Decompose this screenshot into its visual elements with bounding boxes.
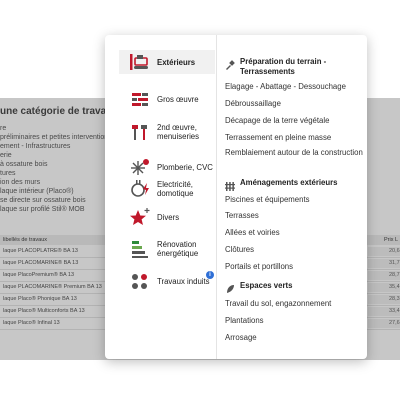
category-label: Plomberie, CVC — [157, 162, 213, 172]
background-list-item: laque intérieur (Placo®) — [0, 188, 74, 195]
row-name: laque Placo® Phonique BA 13 — [3, 296, 77, 302]
background-list-item: laque sur profilé Stil® MOB — [0, 206, 85, 213]
subcategory-item[interactable]: Débroussaillage — [225, 99, 365, 109]
snowflake-sun-icon — [129, 157, 151, 177]
subcategory-item[interactable]: Piscines et équipements — [225, 195, 365, 205]
table-header-price: Prix L — [384, 237, 399, 243]
row-price: 33,4 — [389, 308, 400, 314]
row-price: 28,3 — [389, 296, 400, 302]
background-list-item: ement - Infrastructures — [0, 143, 71, 150]
info-icon[interactable]: i — [206, 271, 214, 279]
subcategory-item[interactable]: Travail du sol, engazonnement — [225, 299, 365, 309]
background-list-item: ion des murs — [0, 179, 41, 186]
background-list-item: erie — [0, 152, 12, 159]
section-title: Espaces verts — [240, 281, 293, 290]
section-title: Préparation du terrain - Terrassements — [240, 57, 327, 76]
background-list-item: tures — [0, 170, 16, 177]
energy-bars-icon — [129, 239, 151, 259]
row-name: laque Placo® Infinal 13 — [3, 320, 60, 326]
row-price: 35,4 — [389, 284, 400, 290]
fence-icon — [225, 178, 235, 191]
row-name: laque PlacoPremium® BA 13 — [3, 272, 75, 278]
row-price: 27,6 — [389, 320, 400, 326]
background-list-item: préliminaires et petites intervention — [0, 134, 109, 141]
subcategory-item[interactable]: Terrasses — [225, 211, 365, 221]
category-label: Travaux induits — [157, 276, 210, 286]
category-dropdown-menu: Extérieurs Gros œuvre 2nd œuvre, menuise… — [105, 35, 367, 359]
plug-icon — [129, 179, 151, 199]
subcategory-item[interactable]: Clôtures — [225, 245, 365, 255]
category-electricite[interactable]: Electricité, domotique — [119, 175, 215, 203]
row-name: laque PLACOMARINE® Premium BA 13 — [3, 284, 102, 290]
category-divers[interactable]: Divers — [119, 205, 215, 229]
row-price: 28,7 — [389, 272, 400, 278]
subcategory-panel: Préparation du terrain - Terrassements E… — [225, 35, 365, 359]
subcategory-item[interactable]: Elagage - Abattage - Dessouchage — [225, 82, 365, 92]
subcategory-item[interactable]: Décapage de la terre végétale — [225, 116, 365, 126]
category-gros-oeuvre[interactable]: Gros œuvre — [119, 87, 215, 111]
excavator-icon — [129, 52, 151, 72]
section-preparation-terrain: Préparation du terrain - Terrassements — [225, 57, 362, 76]
leaf-icon — [225, 281, 235, 293]
star-icon — [129, 207, 151, 227]
category-2nd-oeuvre[interactable]: 2nd œuvre, menuiseries — [119, 118, 215, 146]
subcategory-item[interactable]: Arrosage — [225, 333, 365, 343]
category-label: Rénovation énergétique — [157, 240, 199, 258]
row-price: 31,7 — [389, 260, 400, 266]
subcategory-item[interactable]: Terrassement en pleine masse — [225, 133, 365, 143]
dots-grid-icon — [129, 271, 151, 291]
background-list-item: se directe sur ossature bois — [0, 197, 86, 204]
section-espaces-verts: Espaces verts — [225, 281, 293, 293]
section-amenagements-exterieurs: Aménagements extérieurs — [225, 178, 338, 191]
background-category-list: re préliminaires et petites intervention… — [0, 124, 108, 214]
category-label: 2nd œuvre, menuiseries — [157, 123, 200, 141]
category-label: Extérieurs — [157, 57, 196, 67]
table-header-label: libellés de travaux — [3, 237, 48, 243]
shovel-icon — [225, 57, 235, 70]
row-name: laque PLACOMARINE® BA 13 — [3, 260, 79, 266]
category-label: Gros œuvre — [157, 94, 199, 104]
background-list-item: re — [0, 125, 7, 132]
subcategory-item[interactable]: Allées et voiries — [225, 228, 365, 238]
tools-icon — [129, 122, 151, 142]
category-travaux-induits[interactable]: Travaux induits — [119, 269, 215, 293]
category-renovation[interactable]: Rénovation énergétique — [119, 235, 215, 263]
row-name: laque Placo® Multiconforts BA 13 — [3, 308, 85, 314]
background-list-item: à ossature bois — [0, 161, 48, 168]
section-title: Aménagements extérieurs — [240, 178, 338, 187]
row-price: 20,6 — [389, 248, 400, 254]
bricks-icon — [129, 89, 151, 109]
subcategory-item[interactable]: Remblaiement autour de la construction — [225, 148, 365, 158]
row-name: laque PLACOPLATRE® BA 13 — [3, 248, 78, 254]
subcategory-item[interactable]: Portails et portillons — [225, 262, 365, 272]
category-label: Divers — [157, 212, 180, 222]
category-exterieurs[interactable]: Extérieurs — [119, 50, 215, 74]
category-list: Extérieurs Gros œuvre 2nd œuvre, menuise… — [105, 35, 217, 359]
category-label: Electricité, domotique — [157, 180, 194, 198]
subcategory-item[interactable]: Plantations — [225, 316, 365, 326]
